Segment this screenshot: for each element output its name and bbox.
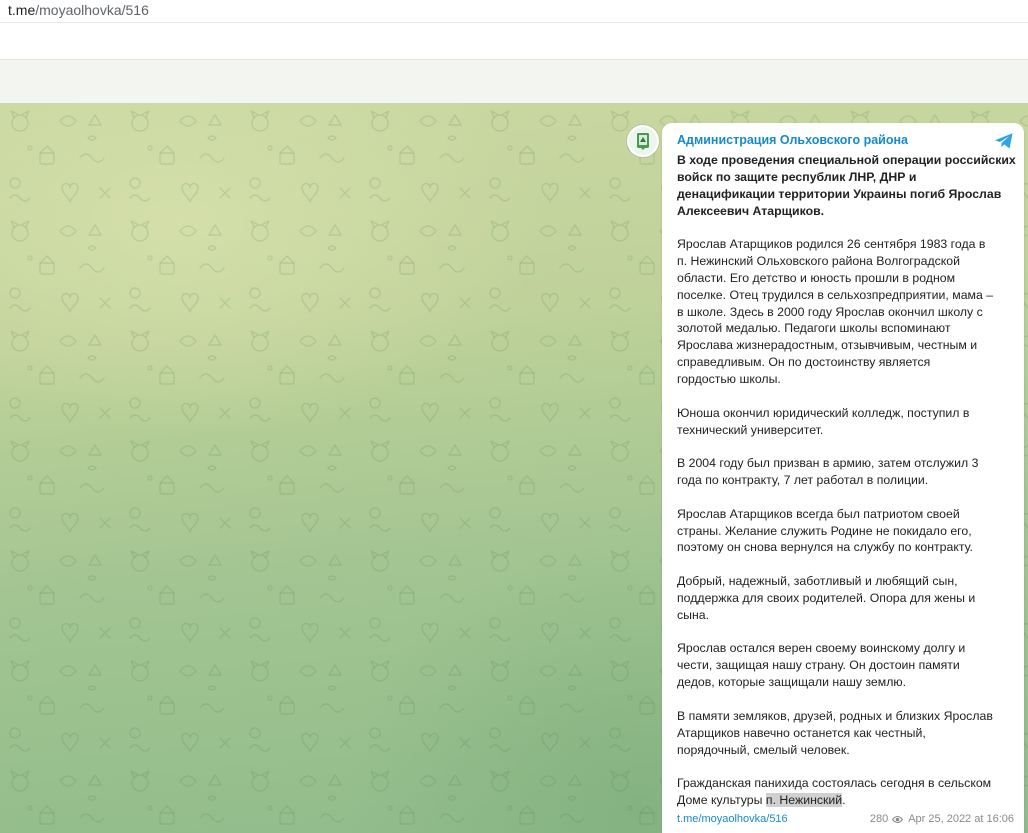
- post-paragraph: В 2004 году был призван в армию, затем о…: [677, 456, 979, 488]
- channel-avatar[interactable]: [627, 125, 659, 157]
- highlighted-text[interactable]: п. Нежинский: [765, 793, 843, 808]
- post-paragraph: Добрый, надежный, заботливый и любящий с…: [677, 574, 976, 622]
- browser-toolbar-area: [0, 23, 1028, 59]
- telegram-icon[interactable]: [994, 132, 1014, 150]
- url-text[interactable]: t.me/moyaolhovka/516: [8, 2, 149, 19]
- post-paragraph: Ярослав Атарщиков родился 26 сентября 19…: [677, 237, 994, 386]
- district-emblem-icon: [637, 133, 649, 150]
- post-footer: t.me/moyaolhovka/516 280 Apr 25, 2022 at …: [677, 811, 1014, 827]
- channel-name[interactable]: Администрация Ольховского района: [677, 132, 908, 148]
- eye-icon: [892, 815, 904, 823]
- view-count: 280: [869, 813, 889, 825]
- post-bubble: Администрация Ольховского района В ходе …: [662, 123, 1024, 833]
- post-text: В ходе проведения специальной операции р…: [677, 152, 1016, 826]
- browser-address-bar[interactable]: t.me/moyaolhovka/516: [0, 0, 1028, 23]
- url-path: /moyaolhovka/516: [35, 2, 149, 18]
- post-paragraph: Ярослав Атарщиков всегда был патриотом с…: [677, 506, 973, 555]
- url-host: t.me: [8, 2, 36, 18]
- post-paragraph: В памяти земляков, друзей, родных и близ…: [677, 708, 993, 757]
- page-header-strip: [0, 59, 1028, 103]
- post-date[interactable]: Apr 25, 2022 at 16:06: [908, 813, 1014, 825]
- post-paragraph: Юноша окончил юридический колледж, посту…: [677, 405, 970, 437]
- post-meta: 280 Apr 25, 2022 at 16:06: [870, 811, 1014, 827]
- post-paragraph-last: Гражданская панихида состоялась сегодня …: [677, 776, 992, 808]
- post-lead: В ходе проведения специальной операции р…: [677, 153, 1016, 218]
- post-link[interactable]: t.me/moyaolhovka/516: [677, 811, 788, 827]
- post-paragraph: Ярослав остался верен своему воинскому д…: [677, 641, 966, 690]
